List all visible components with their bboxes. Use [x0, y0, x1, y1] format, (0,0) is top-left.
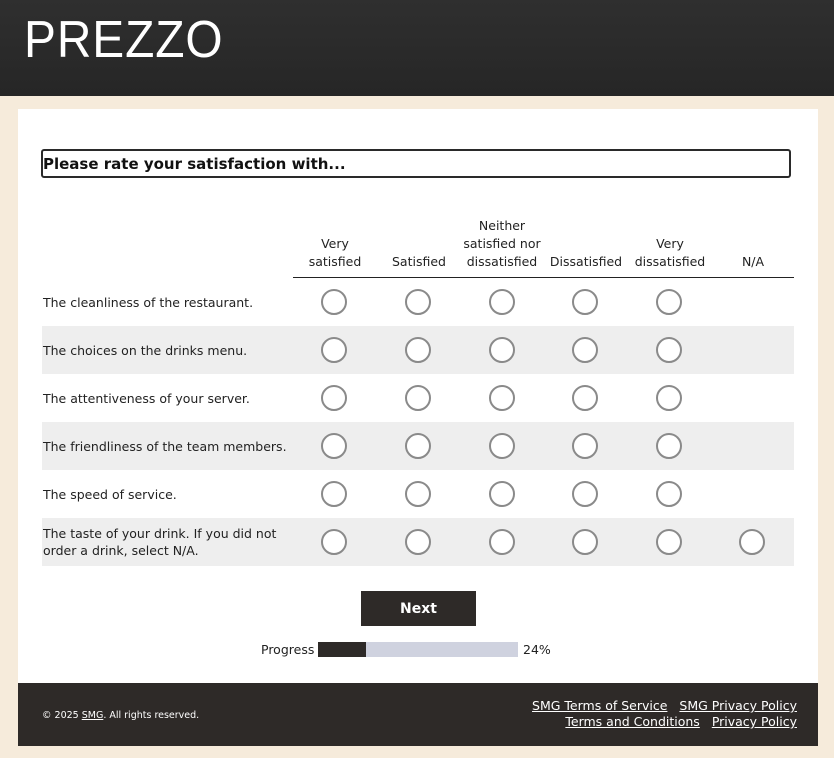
radio-dissatisfied[interactable]	[572, 433, 598, 459]
progress-percent: 24%	[523, 642, 551, 657]
radio-very-dissatisfied[interactable]	[656, 337, 682, 363]
question-row: The cleanliness of the restaurant.	[42, 278, 794, 326]
radio-very-dissatisfied[interactable]	[656, 289, 682, 315]
radio-very-dissatisfied[interactable]	[656, 481, 682, 507]
radio-dissatisfied[interactable]	[572, 337, 598, 363]
footer-links: SMG Terms of Service SMG Privacy Policy T…	[520, 698, 797, 730]
site-header: PREZZO	[0, 0, 834, 96]
question-row: The attentiveness of your server.	[42, 374, 794, 422]
radio-very-dissatisfied[interactable]	[656, 529, 682, 555]
radio-very-dissatisfied[interactable]	[656, 385, 682, 411]
radio-neither[interactable]	[489, 289, 515, 315]
progress-bar	[318, 642, 518, 657]
row-label: The speed of service.	[43, 486, 177, 502]
survey-card: Please rate your satisfaction with... Ve…	[18, 109, 818, 683]
column-dissatisfied: Dissatisfied	[549, 254, 623, 269]
row-label: The choices on the drinks menu.	[43, 342, 248, 358]
radio-neither[interactable]	[489, 433, 515, 459]
radio-neither[interactable]	[489, 385, 515, 411]
question-row: The taste of your drink. If you did not …	[42, 518, 794, 566]
row-label: The taste of your drink. If you did not …	[43, 526, 277, 558]
radio-very-satisfied[interactable]	[321, 529, 347, 555]
terms-conditions-link[interactable]: Terms and Conditions	[565, 714, 699, 729]
radio-satisfied[interactable]	[405, 529, 431, 555]
copyright-text: © 2025 SMG. All rights reserved.	[42, 710, 199, 722]
question-title: Please rate your satisfaction with...	[41, 149, 791, 178]
radio-very-satisfied[interactable]	[321, 385, 347, 411]
radio-satisfied[interactable]	[405, 433, 431, 459]
row-label: The attentiveness of your server.	[43, 390, 250, 406]
radio-very-satisfied[interactable]	[321, 481, 347, 507]
privacy-policy-link[interactable]: Privacy Policy	[712, 714, 797, 729]
radio-dissatisfied[interactable]	[572, 385, 598, 411]
radio-dissatisfied[interactable]	[572, 289, 598, 315]
smg-terms-link[interactable]: SMG Terms of Service	[532, 698, 667, 713]
row-label: The friendliness of the team members.	[43, 438, 287, 454]
column-very-satisfied: Very satisfied	[308, 236, 362, 269]
progress-fill	[318, 642, 366, 657]
column-neither: Neither satisfied nor dissatisfied	[463, 218, 541, 269]
radio-dissatisfied[interactable]	[572, 481, 598, 507]
next-button[interactable]: Next	[361, 591, 476, 626]
radio-neither[interactable]	[489, 529, 515, 555]
smg-privacy-link[interactable]: SMG Privacy Policy	[679, 698, 797, 713]
radio-dissatisfied[interactable]	[572, 529, 598, 555]
question-row: The choices on the drinks menu.	[42, 326, 794, 374]
copyright-suffix: . All rights reserved.	[103, 710, 200, 721]
radio-satisfied[interactable]	[405, 481, 431, 507]
progress-label: Progress	[261, 642, 315, 657]
smg-link[interactable]: SMG	[82, 710, 104, 721]
radio-very-dissatisfied[interactable]	[656, 433, 682, 459]
column-satisfied: Satisfied	[392, 254, 446, 269]
radio-very-satisfied[interactable]	[321, 289, 347, 315]
site-footer: © 2025 SMG. All rights reserved. SMG Ter…	[18, 683, 818, 746]
copyright-prefix: © 2025	[42, 710, 82, 721]
radio-neither[interactable]	[489, 481, 515, 507]
radio-satisfied[interactable]	[405, 385, 431, 411]
row-label: The cleanliness of the restaurant.	[43, 294, 254, 310]
radio-na[interactable]	[739, 529, 765, 555]
question-row: The speed of service.	[42, 470, 794, 518]
radio-very-satisfied[interactable]	[321, 337, 347, 363]
scale-header: Very satisfied Satisfied Neither satisfi…	[293, 199, 794, 278]
radio-satisfied[interactable]	[405, 337, 431, 363]
column-na: N/A	[741, 254, 765, 269]
radio-neither[interactable]	[489, 337, 515, 363]
question-row: The friendliness of the team members.	[42, 422, 794, 470]
prezzo-logo: PREZZO	[24, 11, 224, 69]
column-very-dissatisfied: Very dissatisfied	[634, 236, 706, 269]
radio-satisfied[interactable]	[405, 289, 431, 315]
radio-very-satisfied[interactable]	[321, 433, 347, 459]
